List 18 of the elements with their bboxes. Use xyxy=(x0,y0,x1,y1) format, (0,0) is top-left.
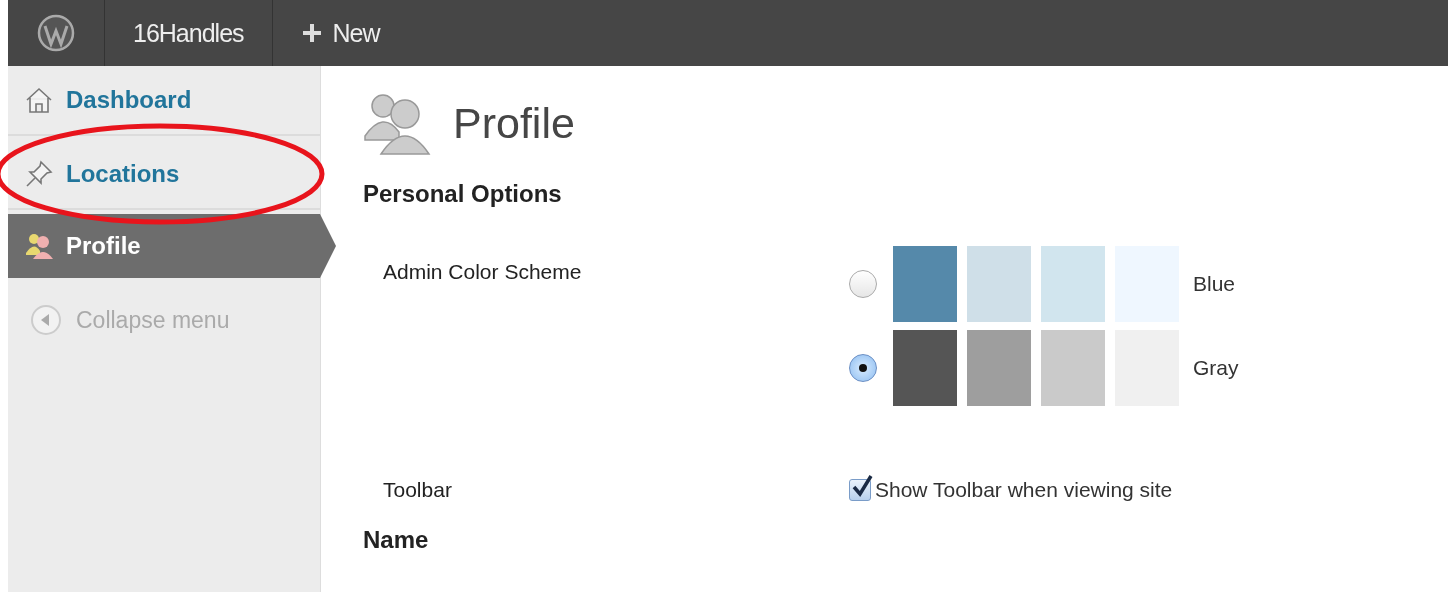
page-title: Profile xyxy=(453,98,575,148)
users-icon xyxy=(24,231,54,261)
field-label: Admin Color Scheme xyxy=(383,260,582,283)
plus-icon xyxy=(300,22,323,44)
house-icon xyxy=(24,85,54,115)
pushpin-icon xyxy=(24,159,54,189)
section-heading: Name xyxy=(363,526,429,553)
new-link[interactable]: New xyxy=(332,18,380,48)
wordpress-logo-icon[interactable] xyxy=(36,13,76,53)
section-heading: Personal Options xyxy=(363,180,563,208)
checkbox-label: Show Toolbar when viewing site xyxy=(875,478,1173,502)
radio-button[interactable] xyxy=(849,354,877,382)
scheme-name: Gray xyxy=(1193,356,1239,380)
sidebar-item[interactable]: Profile xyxy=(8,214,336,278)
radio-button[interactable] xyxy=(849,270,877,298)
field-label: Toolbar xyxy=(383,478,452,501)
site-name-link[interactable]: 16Handles xyxy=(133,18,244,48)
scheme-name: Blue xyxy=(1193,272,1236,296)
